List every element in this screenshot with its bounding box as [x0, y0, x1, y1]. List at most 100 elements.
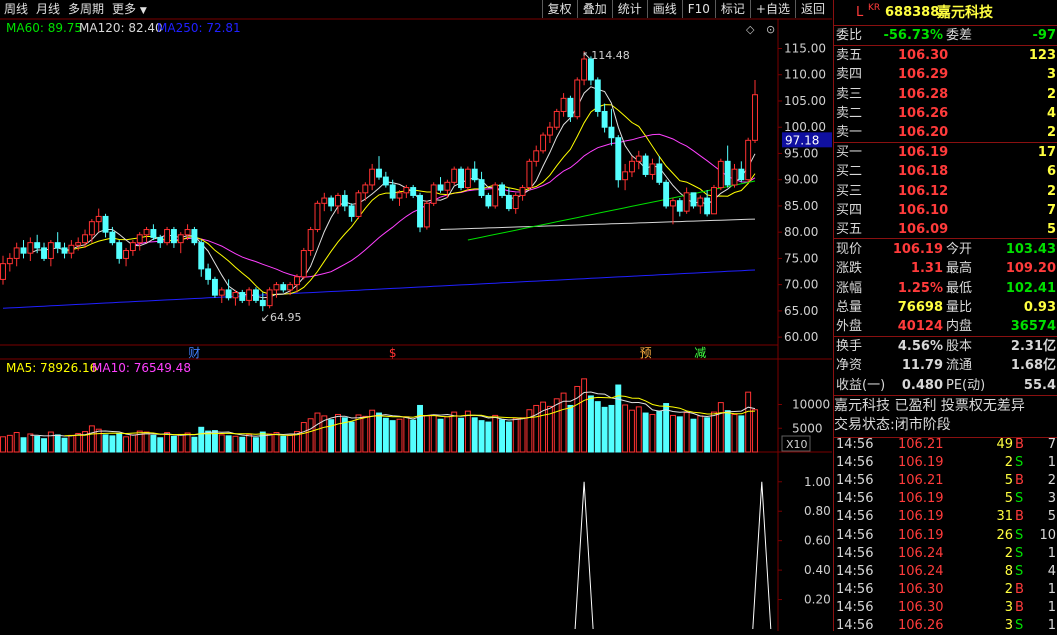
- y-tick-label: 70.00: [784, 278, 818, 292]
- toolbar-add-watchlist[interactable]: +自选: [749, 0, 795, 18]
- volume-bar: [663, 403, 670, 453]
- stock-name: 嘉元科技: [937, 5, 993, 21]
- tick-side: S: [1015, 527, 1024, 543]
- toolbar-fuquan[interactable]: 复权: [541, 0, 577, 18]
- candle-body: [745, 139, 752, 181]
- volume-bar: [704, 417, 711, 453]
- candle-body: [731, 168, 738, 186]
- ask-volume: 2: [1046, 86, 1056, 102]
- indicator-tick-label: 1.00: [804, 475, 831, 489]
- event-mark: $: [389, 346, 397, 360]
- bid-price: 106.10: [898, 202, 949, 218]
- tick-price: 106.30: [898, 581, 944, 597]
- bid-volume: 7: [1046, 202, 1056, 218]
- candle-body: [61, 247, 68, 254]
- weicha-label: 委差: [946, 28, 973, 43]
- bid-label: 买一: [836, 145, 863, 160]
- stat-label-2: 今开: [946, 242, 973, 257]
- candle-body: [252, 289, 259, 301]
- stat-value-2: 36574: [1010, 319, 1056, 335]
- candle-body: [129, 242, 136, 252]
- volume-bar: [95, 428, 102, 453]
- volume-bar: [499, 419, 506, 453]
- candle-body: [540, 134, 547, 152]
- event-mark: 减: [694, 346, 706, 360]
- kline-chart-svg[interactable]: 115.00 110.00 105.00 100.00 95.00 90.00 85.00 8…: [0, 0, 832, 631]
- bid-label: 买二: [836, 164, 863, 180]
- ask-row: 卖二 106.26 4: [834, 104, 1057, 123]
- toolbar-mark[interactable]: 标记: [714, 0, 750, 18]
- candle-body: [232, 292, 239, 299]
- volume-bar: [492, 414, 499, 453]
- stat-value-2: 102.41: [1005, 280, 1056, 296]
- volume-bar: [628, 409, 635, 453]
- candle-body: [266, 289, 273, 307]
- candle-body: [574, 79, 581, 118]
- bid-volume: 6: [1046, 164, 1056, 180]
- toolbar-weekly[interactable]: 周线: [4, 0, 28, 18]
- candle-body: [355, 192, 362, 217]
- volume-bar: [752, 409, 758, 453]
- candle-body: [0, 263, 6, 280]
- tick-count: 1: [1047, 455, 1056, 471]
- candle-body: [294, 276, 300, 286]
- volume-bar: [745, 391, 752, 453]
- candle-body: [608, 126, 615, 139]
- candle-body: [711, 187, 717, 215]
- volume-bar: [109, 435, 116, 453]
- stat-label: 涨跌: [836, 261, 863, 277]
- volume-bar: [676, 416, 683, 453]
- toolbar-f10[interactable]: F10: [681, 0, 715, 18]
- candle-body: [369, 168, 376, 186]
- volume-bar: [587, 395, 594, 453]
- stat-row: 外盘 40124 内盘 36574: [834, 317, 1057, 336]
- tick-time: 14:56: [836, 545, 874, 561]
- volume-bar: [567, 404, 574, 453]
- candle-body: [382, 176, 389, 186]
- fund-label: 收益(一): [836, 377, 886, 393]
- indicator-tick-label: 0.20: [804, 593, 831, 607]
- volume-bar: [355, 414, 362, 453]
- fund-value-2: 55.4: [1023, 377, 1056, 393]
- candle-body: [478, 179, 485, 196]
- candle-body: [615, 137, 622, 181]
- kline-chart-area[interactable]: 115.00 110.00 105.00 100.00 95.00 90.00 85.00 8…: [0, 0, 832, 631]
- volume-bar: [410, 419, 417, 453]
- volume-bar: [123, 436, 130, 453]
- quote-panel: L KR 688388 嘉元科技 委比 -56.73% 委差 -97 卖五 106…: [833, 0, 1057, 633]
- candle-body: [259, 299, 266, 307]
- ask-price: 106.29: [898, 67, 949, 83]
- toolbar-overlay[interactable]: 叠加: [576, 0, 612, 18]
- toolbar-monthly[interactable]: 月线: [36, 0, 60, 18]
- candle-body: [376, 168, 382, 178]
- high-price-annotation: ↖114.48: [582, 49, 630, 62]
- tick-time: 14:56: [836, 473, 874, 489]
- volume-bar: [423, 415, 430, 453]
- toolbar-multi-period[interactable]: 多周期: [68, 0, 104, 18]
- toolbar-draw[interactable]: 画线: [646, 0, 682, 18]
- toolbar-back[interactable]: 返回: [794, 0, 830, 18]
- volume-bar: [683, 412, 690, 453]
- candle-body: [205, 268, 212, 280]
- toolbar-more[interactable]: 更多 ▼: [112, 0, 147, 20]
- volume-bar: [608, 404, 615, 453]
- bid-label: 买四: [836, 202, 863, 218]
- candle-body: [526, 160, 533, 189]
- ma250-legend: MA250: 72.81: [157, 21, 241, 35]
- ask-price: 106.30: [898, 48, 949, 63]
- tick-side: S: [1015, 455, 1024, 471]
- candle-body: [410, 187, 417, 196]
- candle-body: [430, 184, 437, 204]
- tick-count: 1: [1047, 545, 1056, 561]
- volume-bar: [177, 433, 184, 453]
- stock-code: 688388: [885, 5, 940, 20]
- volume-bar: [300, 422, 307, 453]
- stat-row: 涨幅 1.25% 最低 102.41: [834, 279, 1057, 298]
- volume-bar: [697, 415, 704, 453]
- toolbar-stats[interactable]: 统计: [611, 0, 647, 18]
- volume-bar: [102, 434, 109, 453]
- candle-body: [752, 94, 758, 141]
- tick-time: 14:56: [836, 437, 874, 452]
- tick-count: 7: [1047, 437, 1056, 452]
- toolbar-left: 周线 月线 多周期 更多 ▼: [4, 0, 155, 19]
